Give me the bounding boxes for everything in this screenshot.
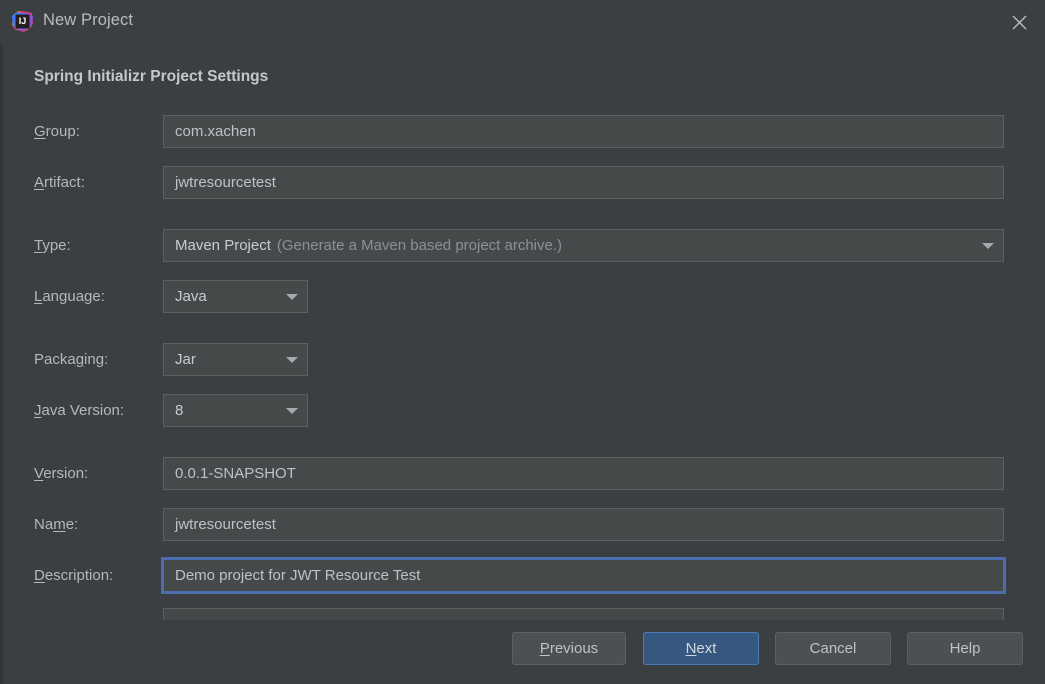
type-value: Maven Project bbox=[175, 237, 271, 254]
packaging-label: Packaging: bbox=[34, 351, 109, 368]
next-mnemonic: N bbox=[685, 640, 697, 657]
version-input[interactable]: 0.0.1-SNAPSHOT bbox=[163, 457, 1004, 490]
type-label: Type: bbox=[34, 237, 71, 254]
next-button[interactable]: Next bbox=[643, 632, 759, 665]
java-version-dropdown[interactable]: 8 bbox=[163, 394, 308, 427]
page-title: Spring Initializr Project Settings bbox=[34, 68, 269, 85]
next-field-clipped[interactable] bbox=[163, 608, 1004, 620]
artifact-input[interactable]: jwtresourcetest bbox=[163, 166, 1004, 199]
type-hint: (Generate a Maven based project archive.… bbox=[276, 237, 563, 254]
java-version-mnemonic: J bbox=[34, 402, 42, 419]
name-input[interactable]: jwtresourcetest bbox=[163, 508, 1004, 541]
window-left-edge bbox=[0, 0, 3, 684]
packaging-mnemonic: g bbox=[75, 351, 85, 368]
intellij-idea-logo-icon: IJ bbox=[12, 11, 33, 32]
cancel-button[interactable]: Cancel bbox=[775, 632, 891, 665]
group-label: Group: bbox=[34, 123, 80, 140]
dialog-title: New Project bbox=[43, 11, 134, 29]
packaging-value: Jar bbox=[175, 351, 196, 368]
java-version-label: Java Version: bbox=[34, 402, 125, 419]
chevron-down-icon bbox=[286, 407, 298, 414]
group-mnemonic: G bbox=[34, 123, 46, 140]
previous-mnemonic: P bbox=[539, 640, 550, 657]
artifact-label: Artifact: bbox=[34, 174, 85, 191]
chevron-down-icon bbox=[286, 356, 298, 363]
chevron-down-icon bbox=[982, 242, 994, 249]
dialog-title-bar: IJ New Project bbox=[0, 0, 1045, 45]
java-version-value: 8 bbox=[175, 402, 184, 419]
language-label: Language: bbox=[34, 288, 105, 305]
chevron-down-icon bbox=[286, 293, 298, 300]
name-value: jwtresourcetest bbox=[175, 516, 276, 533]
name-mnemonic: m bbox=[53, 516, 66, 533]
help-button[interactable]: Help bbox=[907, 632, 1023, 665]
svg-text:IJ: IJ bbox=[19, 16, 27, 26]
new-project-dialog: IJ New Project Spring Initializr Project… bbox=[0, 0, 1045, 684]
language-value: Java bbox=[175, 288, 207, 305]
description-input[interactable]: Demo project for JWT Resource Test bbox=[161, 557, 1006, 594]
close-icon[interactable] bbox=[1001, 6, 1037, 38]
language-dropdown[interactable]: Java bbox=[163, 280, 308, 313]
description-value: Demo project for JWT Resource Test bbox=[175, 567, 421, 584]
description-mnemonic: D bbox=[34, 567, 45, 584]
previous-button[interactable]: Previous bbox=[512, 632, 626, 665]
group-input[interactable]: com.xachen bbox=[163, 115, 1004, 148]
artifact-mnemonic: A bbox=[34, 174, 45, 191]
description-label: Description: bbox=[34, 567, 114, 584]
artifact-value: jwtresourcetest bbox=[175, 174, 276, 191]
packaging-dropdown[interactable]: Jar bbox=[163, 343, 308, 376]
version-label: Version: bbox=[34, 465, 89, 482]
version-value: 0.0.1-SNAPSHOT bbox=[175, 465, 296, 482]
type-dropdown[interactable]: Maven Project (Generate a Maven based pr… bbox=[163, 229, 1004, 262]
group-value: com.xachen bbox=[175, 123, 256, 140]
version-mnemonic: V bbox=[34, 465, 44, 482]
name-label: Name: bbox=[34, 516, 79, 533]
